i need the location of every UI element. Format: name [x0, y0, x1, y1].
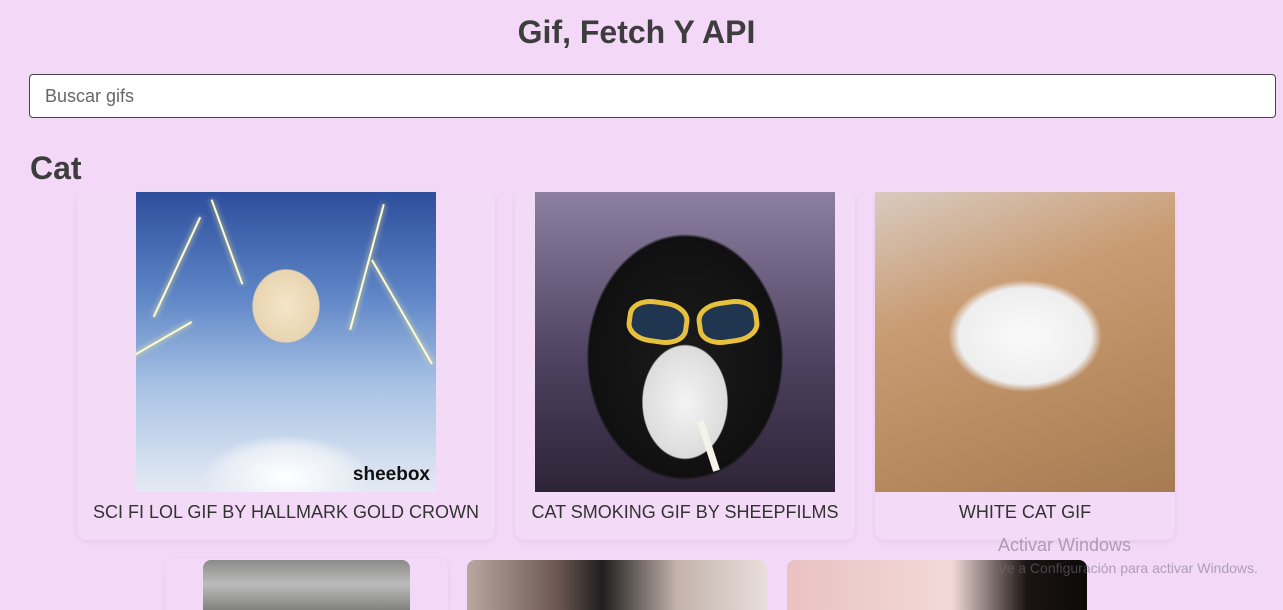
search-input[interactable] — [29, 74, 1276, 118]
gif-image[interactable]: sheebox — [136, 192, 436, 492]
page-title: Gif, Fetch Y API — [517, 14, 756, 50]
sunglasses-lens-left — [624, 295, 692, 349]
sunglasses-lens-right — [694, 295, 762, 349]
cigarette — [697, 420, 720, 472]
gif-image[interactable] — [535, 192, 835, 492]
activation-watermark-subtitle: Ve a Configuración para activar Windows. — [998, 560, 1258, 576]
gif-title: CAT SMOKING GIF BY SHEEPFILMS — [531, 502, 839, 522]
gif-image[interactable] — [875, 192, 1175, 492]
gif-title: SCI FI LOL GIF BY HALLMARK GOLD CROWN — [92, 502, 480, 522]
activation-watermark-title: Activar Windows — [998, 535, 1132, 555]
page: Gif, Fetch Y API Cat sheebox SCI FI LOL … — [0, 0, 1283, 610]
gif-card[interactable]: WHITE CAT GIF — [875, 190, 1175, 540]
gif-card[interactable]: sheebox SCI FI LOL GIF BY HALLMARK GOLD … — [77, 190, 495, 540]
gif-image[interactable] — [467, 560, 767, 610]
gif-title: WHITE CAT GIF — [958, 502, 1092, 522]
sheebox-logo: sheebox — [352, 464, 430, 485]
gif-card[interactable]: CAT SMOKING GIF BY SHEEPFILMS — [515, 190, 855, 540]
gif-image[interactable] — [203, 560, 410, 610]
lightning-bolt — [210, 199, 244, 285]
category-heading: Cat — [30, 150, 82, 186]
lightning-bolt — [349, 203, 385, 331]
lightning-bolt — [136, 321, 193, 363]
lightning-bolt — [371, 259, 433, 365]
lightning-bolt — [152, 216, 202, 318]
